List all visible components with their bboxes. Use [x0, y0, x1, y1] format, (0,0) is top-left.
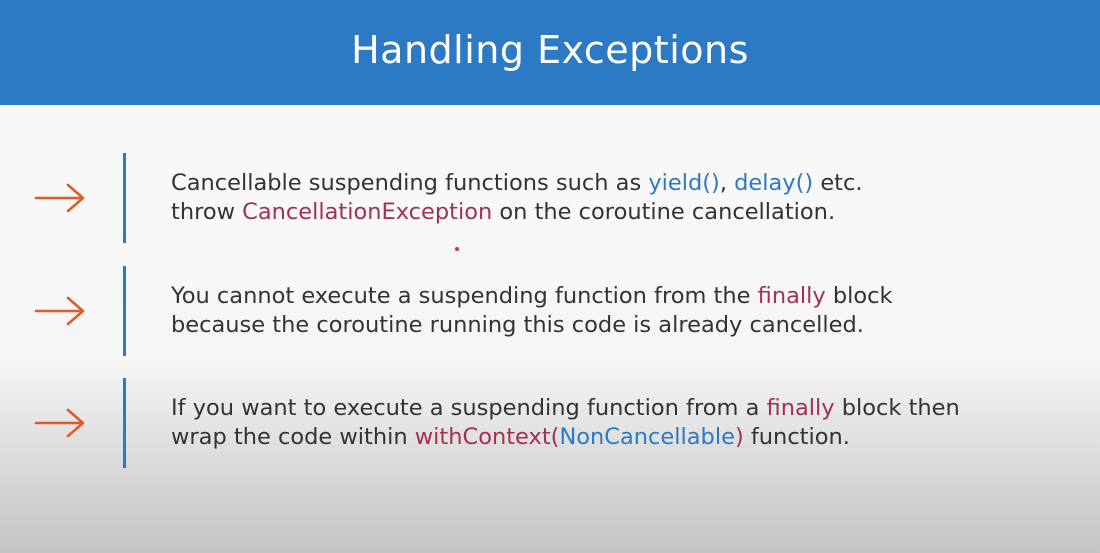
bullet-text: If you want to execute a suspending func…	[171, 394, 960, 452]
keyword-cancellation-exception: CancellationException	[242, 199, 493, 225]
right-arrow-icon	[34, 408, 85, 438]
slide-title: Handling Exceptions	[351, 27, 749, 72]
keyword-non-cancellable: NonCancellable	[559, 424, 735, 450]
bullet-item-1: Cancellable suspending functions such as…	[0, 153, 1100, 243]
text-span: because the coroutine running this code …	[171, 312, 864, 338]
bullet-line: Cancellable suspending functions such as…	[171, 169, 863, 198]
bullet-line: You cannot execute a suspending function…	[171, 282, 893, 311]
bullet-divider	[123, 153, 126, 243]
keyword-yield: yield()	[648, 170, 720, 196]
right-arrow-icon	[34, 183, 85, 213]
keyword-delay: delay()	[734, 170, 814, 196]
keyword-paren: )	[734, 424, 744, 450]
text-span: function.	[743, 424, 850, 450]
text-span: You cannot execute a suspending function…	[171, 283, 758, 309]
text-span: If you want to execute a suspending func…	[171, 395, 767, 421]
text-span: etc.	[813, 170, 863, 196]
bullet-divider	[123, 378, 126, 468]
keyword-finally: finally	[766, 395, 835, 421]
text-span: throw	[171, 199, 243, 225]
text-span: ,	[719, 170, 735, 196]
keyword-with-context: withContext(	[414, 424, 560, 450]
bullet-text: Cancellable suspending functions such as…	[171, 169, 863, 227]
bullet-divider	[123, 266, 126, 356]
bullet-line: throw CancellationException on the corou…	[171, 198, 863, 227]
text-span: on the coroutine cancellation.	[492, 199, 836, 225]
slide-header: Handling Exceptions	[0, 0, 1100, 105]
bullet-line: because the coroutine running this code …	[171, 311, 893, 340]
bullet-item-2: You cannot execute a suspending function…	[0, 266, 1100, 356]
pointer-dot	[455, 247, 459, 251]
text-span: wrap the code within	[171, 424, 415, 450]
text-span: block	[825, 283, 893, 309]
text-span: Cancellable suspending functions such as	[171, 170, 649, 196]
text-span: block then	[834, 395, 960, 421]
right-arrow-icon	[34, 296, 85, 326]
bullet-line: If you want to execute a suspending func…	[171, 394, 960, 423]
bullet-item-3: If you want to execute a suspending func…	[0, 378, 1100, 468]
keyword-finally: finally	[757, 283, 826, 309]
bullet-text: You cannot execute a suspending function…	[171, 282, 893, 340]
bullet-line: wrap the code within withContext(NonCanc…	[171, 423, 960, 452]
